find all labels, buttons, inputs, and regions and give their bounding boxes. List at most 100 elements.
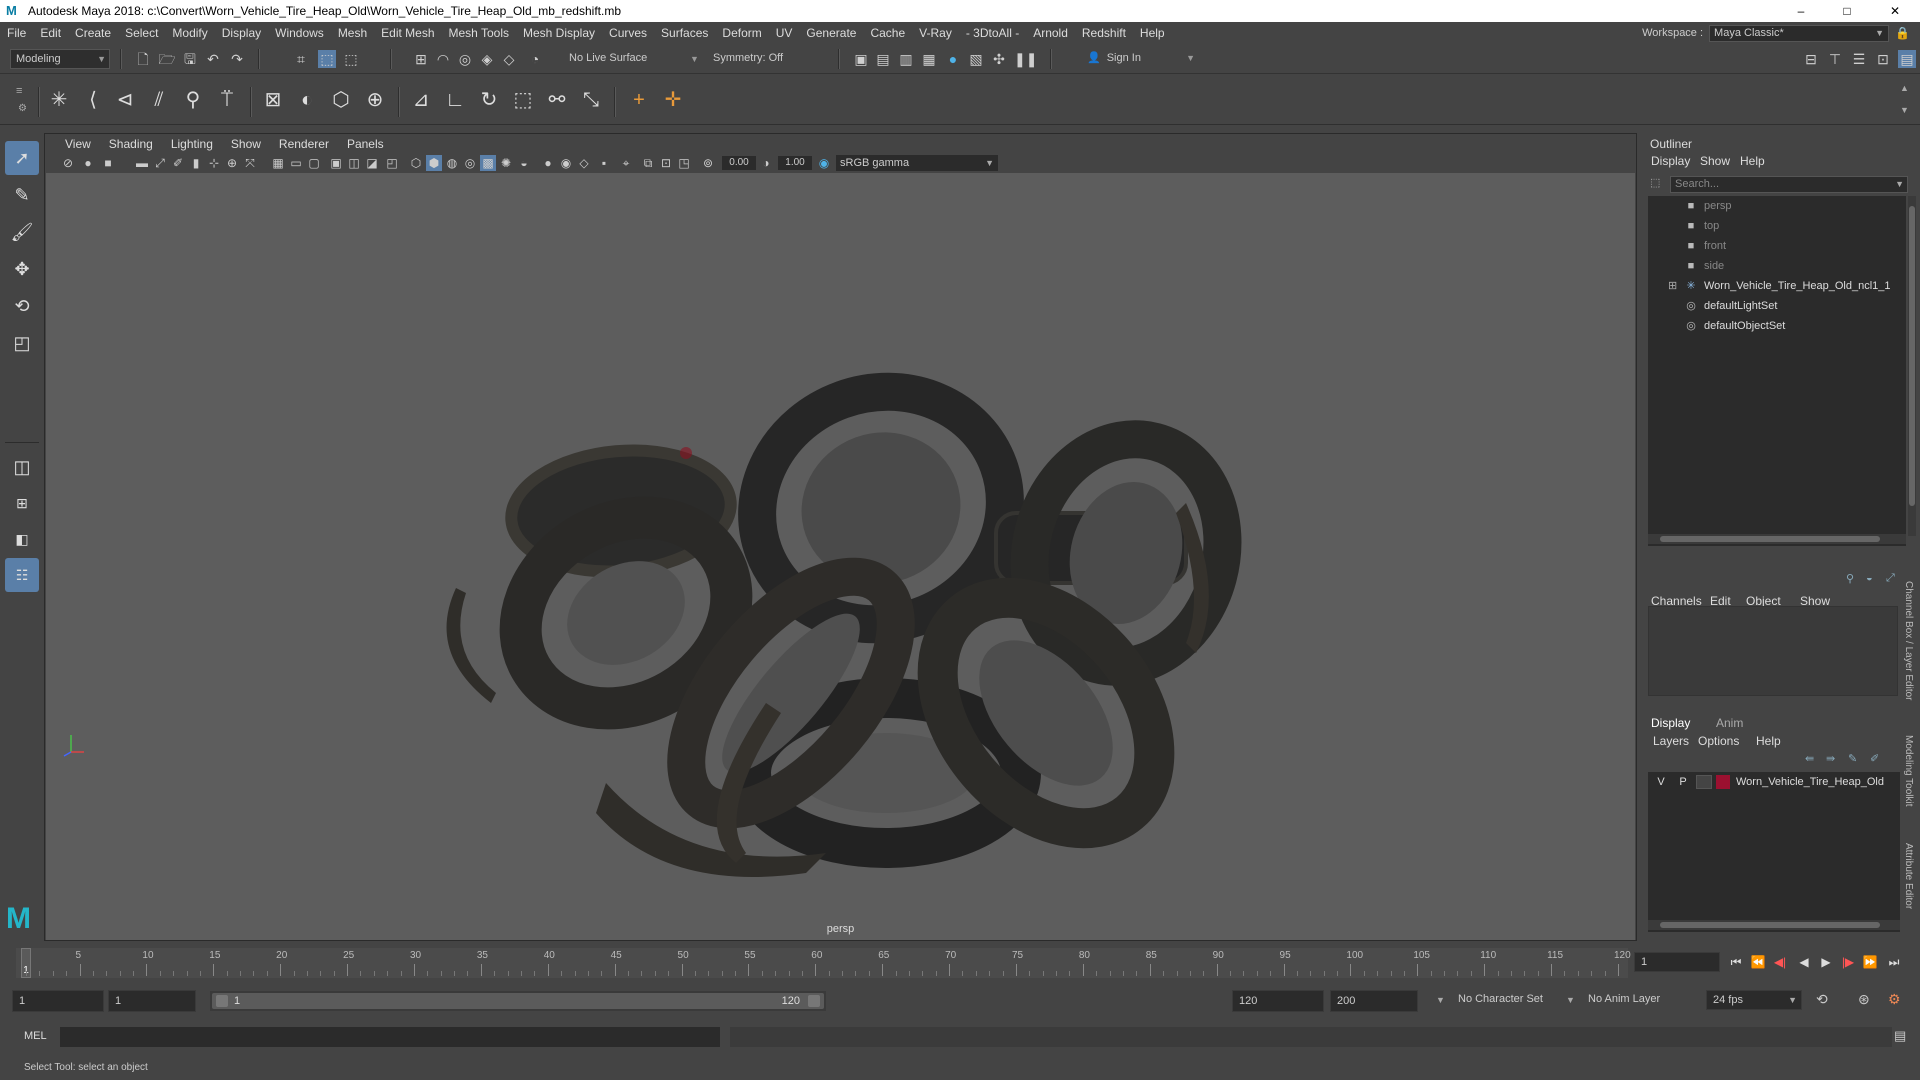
side-tab-attribute-editor[interactable]: Attribute Editor — [1903, 843, 1914, 909]
bookmark-icon[interactable]: ▮ — [188, 155, 204, 171]
symmetry-dropdown[interactable]: Symmetry: Off — [708, 49, 804, 69]
smooth-shade-icon[interactable]: ◪ — [364, 155, 380, 171]
grease-pencil-icon[interactable]: ✐ — [170, 155, 186, 171]
menu-redshift[interactable]: Redshift — [1075, 26, 1133, 40]
select-camera-icon[interactable]: ⊘ — [60, 155, 76, 171]
layers-menu-help[interactable]: Help — [1756, 734, 1781, 748]
shaded-icon[interactable]: ⬢ — [426, 155, 442, 171]
step-forward-frame-icon[interactable]: |▶ — [1839, 953, 1857, 971]
attribute-editor-toggle-icon[interactable]: ⤢ — [1886, 572, 1895, 585]
command-input[interactable] — [60, 1027, 720, 1047]
field-chart-icon[interactable]: ▭ — [288, 155, 304, 171]
current-frame-field[interactable]: 1 — [1634, 952, 1720, 972]
select-component-icon[interactable]: ⬚ — [342, 50, 360, 68]
lattice-icon[interactable]: ⬡ — [326, 85, 356, 115]
viewport-menu-renderer[interactable]: Renderer — [270, 137, 338, 151]
select-hierarchy-icon[interactable]: ⌗ — [292, 50, 310, 68]
menu-edit[interactable]: Edit — [33, 26, 68, 40]
hypershade-icon[interactable]: ● — [944, 50, 962, 68]
outliner-item-default-object-set[interactable]: ◎ defaultObjectSet — [1648, 316, 1906, 336]
menu-create[interactable]: Create — [68, 26, 118, 40]
resolution-gate-icon[interactable]: ⤧ — [242, 155, 258, 171]
film-gate-icon[interactable]: ⊕ — [224, 155, 240, 171]
viewport-menu-lighting[interactable]: Lighting — [162, 137, 222, 151]
fps-dropdown[interactable]: 24 fps ▼ — [1706, 990, 1802, 1010]
menu-surfaces[interactable]: Surfaces — [654, 26, 715, 40]
snap-view-icon[interactable]: ◈ — [478, 50, 496, 68]
step-forward-key-icon[interactable]: ⏩ — [1861, 953, 1879, 971]
animation-start-field[interactable]: 1 — [12, 990, 104, 1012]
humanik-icon[interactable]: ⍡ — [212, 85, 242, 115]
bind-skin-icon[interactable]: ⊠ — [258, 85, 288, 115]
ipr-render-icon[interactable]: ▥ — [897, 50, 915, 68]
go-to-start-icon[interactable]: ⏮ — [1727, 953, 1745, 971]
loop-icon[interactable]: ⟲ — [1816, 991, 1828, 1008]
quick-rig-icon[interactable]: ⚲ — [178, 85, 208, 115]
constraint-point-icon[interactable]: ⊿ — [406, 85, 436, 115]
ortho-icon[interactable]: ⧉ — [640, 155, 656, 171]
undo-icon[interactable]: ↶ — [204, 50, 222, 68]
menu-mesh-display[interactable]: Mesh Display — [516, 26, 602, 40]
move-layer-up-icon[interactable]: ⇚ — [1805, 752, 1814, 765]
chevron-down-icon[interactable]: ▼ — [1436, 995, 1445, 1005]
menu-select[interactable]: Select — [118, 26, 165, 40]
tab-anim[interactable]: Anim — [1716, 716, 1743, 730]
workspace-dropdown[interactable]: Maya Classic* ▼ — [1709, 24, 1890, 42]
gamma-icon[interactable]: ◑ — [758, 155, 774, 171]
range-slider-thumb[interactable]: 1 120 — [212, 993, 824, 1009]
menu-deform[interactable]: Deform — [715, 26, 768, 40]
lasso-tool-icon[interactable]: ✎ — [5, 178, 39, 212]
insert-joint-icon[interactable]: ⫽ — [144, 85, 174, 115]
isolate-icon[interactable]: ◰ — [384, 155, 400, 171]
exposure-icon[interactable]: ⊚ — [700, 155, 716, 171]
menu-cache[interactable]: Cache — [863, 26, 912, 40]
viewport-menu-shading[interactable]: Shading — [100, 137, 162, 151]
snap-magnet-icon[interactable]: ◔ — [526, 50, 544, 68]
paint-select-icon[interactable]: 🖌 — [5, 215, 39, 249]
wireframe-on-shaded-icon[interactable]: ⬡ — [408, 155, 424, 171]
menu-mesh-tools[interactable]: Mesh Tools — [442, 26, 516, 40]
move-tool-icon[interactable]: ✥ — [5, 252, 39, 286]
create-joint-icon[interactable]: ✳ — [44, 85, 74, 115]
new-scene-icon[interactable]: 🗋 — [134, 50, 152, 68]
character-set-dropdown[interactable]: No Character Set — [1458, 993, 1543, 1005]
snap-point-icon[interactable]: ◎ — [456, 50, 474, 68]
menu-generate[interactable]: Generate — [799, 26, 863, 40]
menu-edit-mesh[interactable]: Edit Mesh — [374, 26, 441, 40]
outliner-item-front[interactable]: ■ front — [1648, 236, 1906, 256]
menu-windows[interactable]: Windows — [268, 26, 331, 40]
shadows-icon[interactable]: ✺ — [498, 155, 514, 171]
wireframe-icon[interactable]: ◫ — [346, 155, 362, 171]
locator-icon[interactable]: + — [624, 85, 654, 115]
scrollbar-thumb[interactable] — [1909, 206, 1915, 506]
outliner-horizontal-scrollbar[interactable] — [1648, 534, 1906, 544]
outliner-item-side[interactable]: ■ side — [1648, 256, 1906, 276]
tab-display[interactable]: Display — [1651, 716, 1690, 730]
scale-tool-icon[interactable]: ◰ — [5, 326, 39, 360]
textured-icon[interactable]: ◍ — [444, 155, 460, 171]
modeling-toolkit-icon[interactable]: ⊤ — [1826, 50, 1844, 68]
color-management-icon[interactable]: ◉ — [816, 155, 832, 171]
paint-weights-icon[interactable]: ◐ — [292, 85, 322, 115]
close-button[interactable]: ✕ — [1872, 0, 1918, 22]
create-empty-layer-icon[interactable]: ✎ — [1848, 752, 1857, 765]
layer-playback-toggle[interactable]: P — [1674, 772, 1692, 792]
render-view-icon[interactable]: ▣ — [852, 50, 870, 68]
side-tab-channel-box[interactable]: Channel Box / Layer Editor — [1903, 581, 1914, 701]
render-settings-icon[interactable]: ▦ — [920, 50, 938, 68]
locator-pin-icon[interactable]: ✛ — [658, 85, 688, 115]
color-space-dropdown[interactable]: sRGB gamma ▼ — [836, 155, 998, 171]
menu-display[interactable]: Display — [215, 26, 268, 40]
lock-camera-icon[interactable]: ⊡ — [658, 155, 674, 171]
outliner-menu-show[interactable]: Show — [1700, 154, 1730, 168]
camera-attributes-icon[interactable]: ● — [80, 155, 96, 171]
playback-start-field[interactable]: 1 — [108, 990, 196, 1012]
layers-menu-layers[interactable]: Layers — [1653, 734, 1689, 748]
shelf-scroll-up-icon[interactable]: ▲ — [1900, 83, 1909, 93]
menu-modify[interactable]: Modify — [165, 26, 214, 40]
viewport-menu-view[interactable]: View — [56, 137, 100, 151]
screen-space-ao-icon[interactable]: ◒ — [516, 155, 532, 171]
viewport-menu-panels[interactable]: Panels — [338, 137, 393, 151]
animation-end-field[interactable]: 200 — [1330, 990, 1418, 1012]
menu-help[interactable]: Help — [1133, 26, 1172, 40]
